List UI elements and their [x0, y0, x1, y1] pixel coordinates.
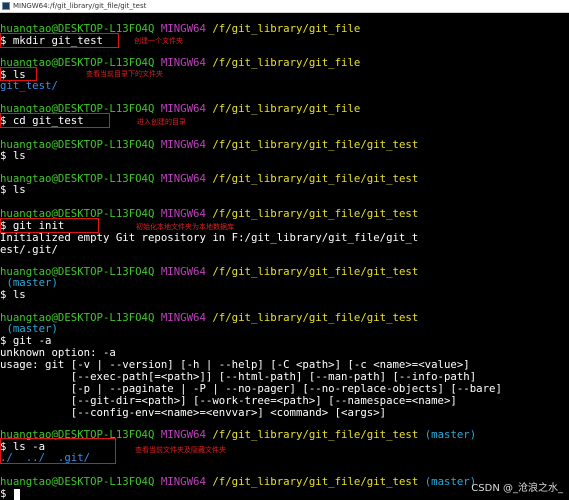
- path: /f/git_library/git_file/git_test: [212, 138, 419, 151]
- path: /f/git_library/git_file: [212, 22, 361, 35]
- highlight-box-ls: [0, 67, 37, 81]
- env-label: MINGW64: [160, 475, 206, 488]
- path: /f/git_library/git_file/git_test: [212, 172, 419, 185]
- terminal-area[interactable]: huangtao@DESKTOP-L13FO4Q MINGW64 /f/git_…: [0, 13, 569, 500]
- prompt-line: huangtao@DESKTOP-L13FO4Q MINGW64 /f/git_…: [0, 139, 418, 151]
- path: /f/git_library/git_file/git_test: [212, 265, 419, 278]
- terminal-app-icon: [2, 2, 10, 10]
- ls-output: git_test/: [0, 79, 58, 92]
- command-line-ls: $ ls: [0, 183, 26, 196]
- env-label: MINGW64: [160, 138, 206, 151]
- command-line-ls: $ ls: [0, 288, 26, 301]
- branch-name: (master): [424, 475, 477, 488]
- prompt-line: huangtao@DESKTOP-L13FO4Q MINGW64 /f/git_…: [0, 173, 418, 185]
- highlight-box-git-init: [0, 218, 99, 233]
- path: /f/git_library/git_file: [212, 102, 361, 115]
- env-label: MINGW64: [160, 102, 206, 115]
- user-host: huangtao@DESKTOP-L13FO4Q: [0, 475, 155, 488]
- annotation-ls-a: 查看当前文件夹及隐藏文件夹: [135, 446, 226, 454]
- prompt-line: huangtao@DESKTOP-L13FO4Q MINGW64 /f/git_…: [0, 312, 418, 324]
- prompt-line: huangtao@DESKTOP-L13FO4Q MINGW64 /f/git_…: [0, 57, 360, 69]
- env-label: MINGW64: [160, 311, 206, 324]
- path: /f/git_library/git_file/git_test: [212, 475, 419, 488]
- prompt-line: huangtao@DESKTOP-L13FO4Q MINGW64 /f/git_…: [0, 266, 418, 278]
- annotation-ls: 查看当前目录下的文件夹: [86, 70, 163, 78]
- annotation-git-init: 初始化本地文件夹为本地数据库: [136, 223, 234, 231]
- command-line-ls: $ ls: [0, 149, 26, 162]
- env-label: MINGW64: [160, 207, 206, 220]
- path: /f/git_library/git_file/git_test: [212, 311, 419, 324]
- env-label: MINGW64: [160, 56, 206, 69]
- annotation-cd: 进入创建的目录: [137, 118, 186, 126]
- branch-name: (master): [424, 428, 477, 441]
- usage-line: [--config-env=<name>=<envvar>] <command>…: [0, 406, 387, 419]
- env-label: MINGW64: [160, 22, 206, 35]
- highlight-box-mkdir: [0, 33, 119, 48]
- text-cursor: [14, 489, 20, 500]
- path: /f/git_library/git_file/git_test: [212, 207, 419, 220]
- highlight-box-cd: [0, 113, 110, 128]
- watermark: CSDN @_沧浪之水_: [471, 483, 563, 494]
- env-label: MINGW64: [160, 428, 206, 441]
- prompt-line: huangtao@DESKTOP-L13FO4Q MINGW64 /f/git_…: [0, 476, 476, 488]
- init-output-line-2: est/.git/: [0, 243, 58, 256]
- title-bar: MINGW64:/f/git_library/git_file/git_test: [0, 0, 569, 13]
- path: /f/git_library/git_file/git_test: [212, 428, 419, 441]
- annotation-mkdir: 创建一个文件夹: [134, 37, 183, 45]
- env-label: MINGW64: [160, 172, 206, 185]
- init-output-line-1: Initialized empty Git repository in F:/g…: [0, 231, 419, 244]
- command-line-empty: $: [0, 487, 7, 500]
- highlight-box-ls-a: [0, 438, 116, 464]
- env-label: MINGW64: [160, 265, 206, 278]
- path: /f/git_library/git_file: [212, 56, 361, 69]
- window-title: MINGW64:/f/git_library/git_file/git_test: [13, 2, 147, 10]
